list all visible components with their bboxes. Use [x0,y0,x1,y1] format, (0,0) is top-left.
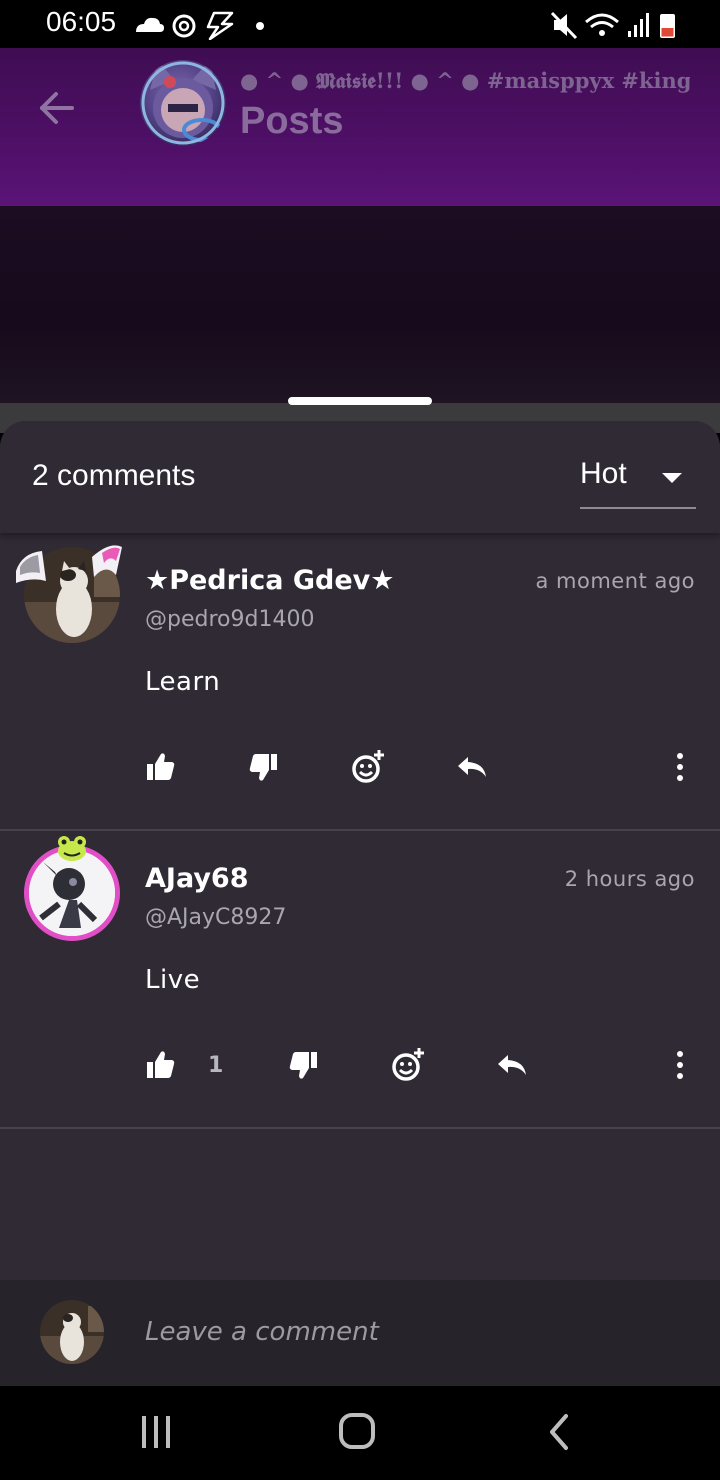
wifi-icon [585,13,619,36]
status-bar: 06:05 [0,0,720,48]
comment-handle[interactable]: @AJayC8927 [145,905,286,930]
community-avatar[interactable] [140,60,226,146]
comment-item: AJay68 2 hours ago @AJayC8927 Live 1 [0,831,720,1129]
comment-input[interactable] [145,1312,685,1352]
app-header: ● ^ ● 𝕸𝖆𝖎𝖘𝖎𝖊!!! ● ^ ● #maisppyx #kingsam… [0,48,720,206]
signal-icon [628,13,649,37]
add-reaction-icon [392,1048,424,1081]
like-button[interactable] [140,1045,180,1085]
thumbs-up-icon [147,753,175,780]
sync-icon [172,14,196,38]
page-title: Posts [240,100,344,142]
status-time: 06:05 [46,6,117,37]
comments-sheet: 2 comments Hot ★Pedrica Gdev★ a moment a… [0,421,720,1386]
comment-text: Learn [145,667,221,697]
comment-composer [0,1280,720,1386]
comment-handle[interactable]: @pedro9d1400 [145,607,314,632]
dislike-button[interactable] [284,1045,324,1085]
status-right-icons [550,11,675,40]
sort-selected-value: Hot [580,457,627,490]
status-left-icons [136,11,264,40]
recent-apps-icon [142,1416,170,1448]
frog-badge-icon [58,836,86,861]
arrow-left-icon [40,92,74,124]
comments-count: 2 comments [32,459,196,492]
system-back-button[interactable] [530,1404,590,1460]
bolt-icon [206,11,234,40]
battery-icon [660,14,675,38]
dislike-button[interactable] [244,747,284,787]
comment-author[interactable]: ★Pedrica Gdev★ [145,565,394,596]
cloud-icon [136,17,164,32]
community-avatar-image [141,60,225,145]
like-button[interactable] [140,747,180,787]
comment-text: Live [145,965,201,995]
caret-down-icon [662,473,682,483]
thumbs-down-icon [249,754,277,781]
more-vertical-icon [677,753,683,781]
comment-author[interactable]: AJay68 [145,863,249,894]
reply-button[interactable] [492,1045,532,1085]
reply-button[interactable] [452,747,492,787]
sort-dropdown[interactable]: Hot [580,455,696,509]
home-icon [339,1413,375,1449]
comment-timestamp: 2 hours ago [564,867,695,891]
cat-avatar-image [40,1300,104,1364]
more-options-button[interactable] [660,747,700,787]
mute-icon [550,11,578,40]
comment-timestamp: a moment ago [535,569,695,593]
more-options-button[interactable] [660,1045,700,1085]
system-nav-bar [0,1386,720,1480]
thumbs-up-icon [147,1051,175,1078]
sheet-drag-handle[interactable] [288,397,432,405]
reply-icon [458,757,486,777]
reply-icon [498,1055,526,1075]
add-reaction-button[interactable] [348,747,388,787]
dot-icon [256,22,264,30]
home-button[interactable] [327,1404,387,1460]
back-button[interactable] [32,84,80,132]
chevron-left-icon [550,1414,568,1450]
comment-divider [0,1127,720,1129]
comments-sheet-header: 2 comments Hot [0,421,720,533]
recent-apps-button[interactable] [126,1404,186,1460]
comment-item: ★Pedrica Gdev★ a moment ago @pedro9d1400… [0,533,720,831]
add-reaction-icon [352,750,384,783]
like-count: 1 [208,1053,224,1078]
thumbs-down-icon [289,1052,317,1079]
avatar-frame-decoration [16,545,122,583]
community-name: ● ^ ● 𝕸𝖆𝖎𝖘𝖎𝖊!!! ● ^ ● #maisppyx #kingsam… [240,68,690,93]
add-reaction-button[interactable] [388,1045,428,1085]
more-vertical-icon [677,1051,683,1079]
current-user-avatar [40,1300,104,1364]
dim-backdrop[interactable] [0,206,720,406]
